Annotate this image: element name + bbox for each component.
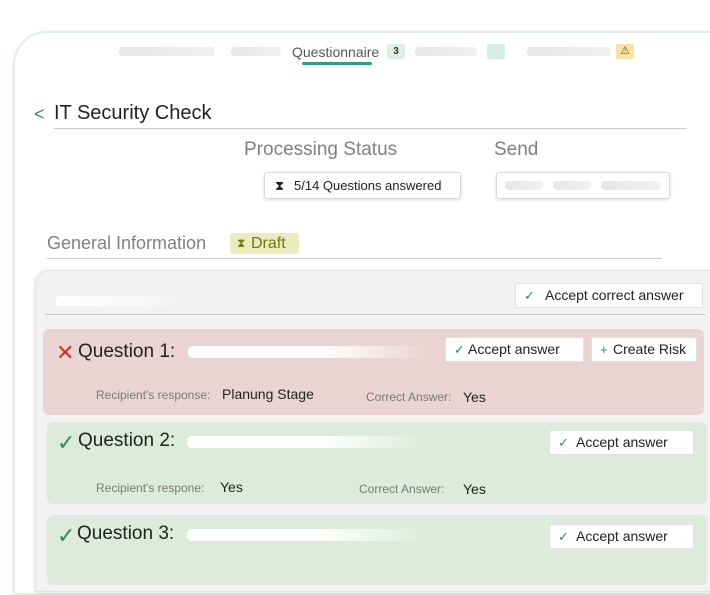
- tab-placeholder-4[interactable]: [527, 47, 611, 56]
- recipient-response-value: Planung Stage: [222, 386, 314, 402]
- create-risk-button[interactable]: + Create Risk: [591, 337, 697, 362]
- accept-correct-answer-button[interactable]: ✓ Accept correct answer: [515, 283, 703, 308]
- accept-answer-button[interactable]: ✓ Accept answer: [445, 337, 584, 362]
- tab-placeholder-2[interactable]: [231, 47, 281, 56]
- accept-answer-button[interactable]: ✓ Accept answer: [549, 430, 694, 455]
- check-icon: ✓: [558, 529, 569, 544]
- plus-icon: +: [600, 342, 608, 357]
- tab-placeholder-1[interactable]: [119, 47, 215, 56]
- tab-status-square: [487, 44, 505, 59]
- processing-status-heading: Processing Status: [244, 139, 398, 160]
- send-placeholder-2: [553, 181, 591, 190]
- correct-answer-value: Yes: [463, 389, 486, 405]
- tab-questionnaire[interactable]: Questionnaire: [292, 44, 379, 60]
- draft-label: Draft: [251, 235, 286, 252]
- question-text-placeholder: [188, 346, 428, 358]
- hourglass-icon: ⧗: [237, 236, 246, 250]
- back-chevron-icon[interactable]: <: [34, 104, 45, 125]
- question-title: Question 1:: [78, 341, 176, 362]
- correct-answer-label: Correct Answer:: [366, 390, 452, 404]
- check-icon: ✓: [558, 435, 569, 450]
- question-title: Question 2:: [78, 430, 176, 451]
- question-text-placeholder: [187, 436, 427, 448]
- accept-answer-label: Accept answer: [468, 341, 560, 357]
- recipient-response-value: Yes: [220, 479, 243, 495]
- draft-status-badge: ⧗ Draft: [230, 233, 299, 254]
- recipient-response-label: Recipient's respone:: [96, 481, 205, 495]
- accept-answer-label: Accept answer: [576, 528, 668, 544]
- title-divider: [54, 128, 687, 129]
- create-risk-label: Create Risk: [613, 341, 687, 357]
- send-placeholder-3: [601, 181, 661, 190]
- section-title: General Information: [47, 233, 207, 253]
- send-heading: Send: [494, 139, 539, 160]
- check-icon: ✓: [454, 342, 465, 357]
- warning-icon: ⚠: [616, 44, 634, 59]
- page-title: IT Security Check: [54, 102, 212, 124]
- question-title: Question 3:: [77, 523, 175, 544]
- send-status-box: [496, 172, 670, 199]
- tab-count-badge: 3: [387, 44, 405, 59]
- accept-answer-button[interactable]: ✓ Accept answer: [549, 524, 694, 549]
- correct-check-icon: ✓: [57, 430, 76, 455]
- tab-placeholder-3[interactable]: [415, 47, 477, 56]
- card-header-placeholder: [56, 296, 180, 306]
- processing-status-badge: ⧗ 5/14 Questions answered: [264, 172, 461, 199]
- accept-answer-label: Accept answer: [576, 434, 668, 450]
- send-placeholder-1: [505, 181, 543, 190]
- active-tab-indicator: [302, 62, 372, 65]
- question-text-placeholder: [187, 529, 427, 541]
- correct-answer-value: Yes: [463, 481, 486, 497]
- recipient-response-label: Recipient's response:: [96, 388, 211, 402]
- correct-check-icon: ✓: [57, 523, 76, 548]
- accept-correct-answer-label: Accept correct answer: [545, 287, 684, 303]
- check-icon: ✓: [524, 288, 535, 303]
- hourglass-icon: ⧗: [275, 178, 285, 193]
- incorrect-x-icon: ✕: [56, 340, 75, 365]
- processing-status-text: 5/14 Questions answered: [294, 178, 442, 193]
- card-divider: [45, 314, 705, 315]
- section-divider: [47, 258, 662, 259]
- correct-answer-label: Correct Answer:: [359, 482, 445, 496]
